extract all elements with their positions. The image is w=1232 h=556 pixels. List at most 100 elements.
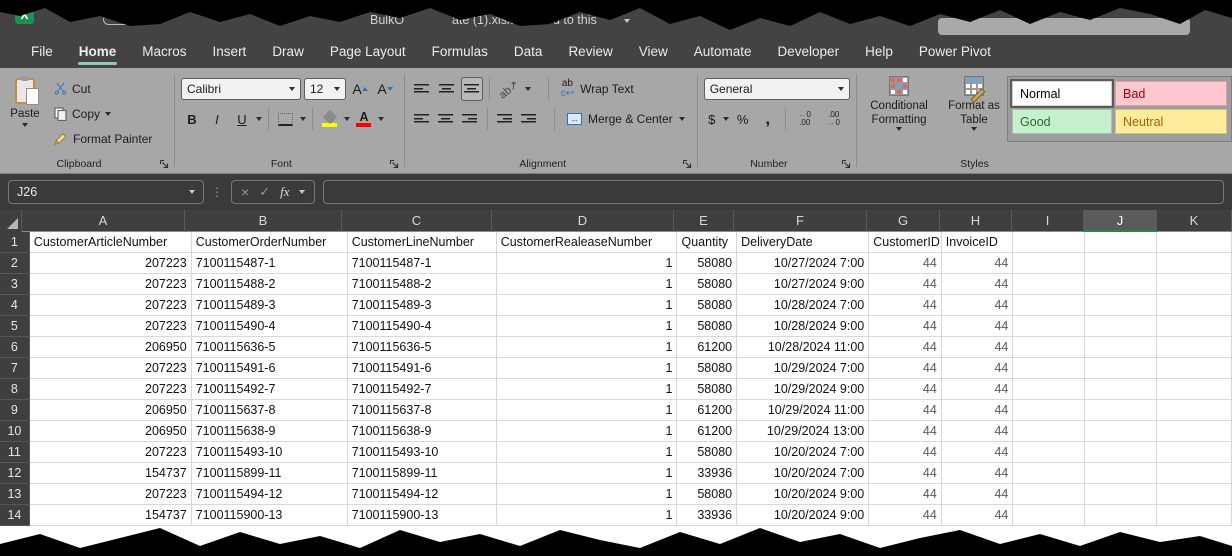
- alignment-dialog-launcher-icon[interactable]: [681, 159, 693, 169]
- tab-draw[interactable]: Draw: [259, 38, 317, 68]
- cell-E12[interactable]: 33936: [677, 463, 737, 484]
- cell-C3[interactable]: 7100115488-2: [348, 274, 497, 295]
- tab-insert[interactable]: Insert: [200, 38, 260, 68]
- cell-G12[interactable]: 44: [869, 463, 942, 484]
- tab-help[interactable]: Help: [852, 38, 906, 68]
- cell-K2[interactable]: [1157, 253, 1232, 274]
- cell-H12[interactable]: 44: [942, 463, 1014, 484]
- cell-D6[interactable]: 1: [497, 337, 678, 358]
- cell-G4[interactable]: 44: [869, 295, 942, 316]
- accounting-dropdown-icon[interactable]: [723, 117, 729, 121]
- cell-D2[interactable]: 1: [497, 253, 678, 274]
- cell-H7[interactable]: 44: [942, 358, 1014, 379]
- cell-J8[interactable]: [1085, 379, 1158, 400]
- cell-C12[interactable]: 7100115899-11: [348, 463, 497, 484]
- cell-I14[interactable]: [1013, 505, 1085, 526]
- row-header-6[interactable]: 6: [0, 337, 30, 358]
- cell-E14[interactable]: 33936: [677, 505, 737, 526]
- cell-K7[interactable]: [1157, 358, 1232, 379]
- font-dialog-launcher-icon[interactable]: [388, 159, 400, 169]
- cell-G9[interactable]: 44: [869, 400, 942, 421]
- cell-A12[interactable]: 154737: [30, 463, 192, 484]
- cell-G13[interactable]: 44: [869, 484, 942, 505]
- orientation-dropdown-icon[interactable]: [525, 87, 531, 91]
- cell-G11[interactable]: 44: [869, 442, 942, 463]
- cell-I10[interactable]: [1013, 421, 1085, 442]
- cell-J9[interactable]: [1085, 400, 1158, 421]
- cell-A13[interactable]: 207223: [30, 484, 192, 505]
- cell-J6[interactable]: [1085, 337, 1158, 358]
- align-center-button[interactable]: [435, 107, 456, 131]
- cell-G14[interactable]: 44: [869, 505, 942, 526]
- select-all-corner[interactable]: [0, 210, 22, 232]
- cell-I12[interactable]: [1013, 463, 1085, 484]
- cell-G2[interactable]: 44: [869, 253, 942, 274]
- number-format-select[interactable]: General: [704, 78, 850, 100]
- row-header-8[interactable]: 8: [0, 379, 30, 400]
- cell-D3[interactable]: 1: [497, 274, 678, 295]
- cell-G1[interactable]: CustomerID: [869, 232, 942, 253]
- column-header-E[interactable]: E: [674, 210, 734, 232]
- cell-A11[interactable]: 207223: [30, 442, 192, 463]
- tab-formulas[interactable]: Formulas: [419, 38, 501, 68]
- cell-C10[interactable]: 7100115638-9: [348, 421, 497, 442]
- cell-J13[interactable]: [1085, 484, 1158, 505]
- cell-H6[interactable]: 44: [942, 337, 1014, 358]
- cell-J11[interactable]: [1085, 442, 1158, 463]
- borders-dropdown-icon[interactable]: [300, 117, 306, 121]
- cell-A1[interactable]: CustomerArticleNumber: [30, 232, 192, 253]
- accounting-format-button[interactable]: $: [704, 107, 720, 131]
- chevron-down-icon[interactable]: [624, 19, 630, 23]
- cell-A9[interactable]: 206950: [30, 400, 192, 421]
- row-header-1[interactable]: 1: [0, 232, 30, 253]
- underline-button[interactable]: U: [231, 107, 253, 131]
- cell-I3[interactable]: [1013, 274, 1085, 295]
- column-header-F[interactable]: F: [734, 210, 867, 232]
- comma-style-button[interactable]: ,: [757, 107, 779, 131]
- cell-D1[interactable]: CustomerRealeaseNumber: [497, 232, 678, 253]
- cell-I7[interactable]: [1013, 358, 1085, 379]
- copy-dropdown-icon[interactable]: [105, 112, 111, 116]
- cell-K4[interactable]: [1157, 295, 1232, 316]
- cell-B11[interactable]: 7100115493-10: [192, 442, 348, 463]
- cell-D5[interactable]: 1: [497, 316, 678, 337]
- tab-power-pivot[interactable]: Power Pivot: [906, 38, 1004, 68]
- cell-K1[interactable]: [1157, 232, 1232, 253]
- decrease-decimal-button[interactable]: .00→0: [821, 107, 847, 131]
- column-header-D[interactable]: D: [492, 210, 674, 232]
- cell-C9[interactable]: 7100115637-8: [348, 400, 497, 421]
- column-header-B[interactable]: B: [185, 210, 342, 232]
- cell-K14[interactable]: [1157, 505, 1232, 526]
- cell-B1[interactable]: CustomerOrderNumber: [192, 232, 348, 253]
- cell-H13[interactable]: 44: [942, 484, 1014, 505]
- style-neutral[interactable]: Neutral: [1115, 109, 1227, 134]
- borders-button[interactable]: [275, 107, 297, 131]
- cell-B14[interactable]: 7100115900-13: [192, 505, 348, 526]
- cell-F3[interactable]: 10/27/2024 9:00: [737, 274, 869, 295]
- cell-B6[interactable]: 7100115636-5: [192, 337, 348, 358]
- align-middle-button[interactable]: [436, 77, 458, 101]
- cell-C6[interactable]: 7100115636-5: [348, 337, 497, 358]
- cell-H4[interactable]: 44: [942, 295, 1014, 316]
- cell-B9[interactable]: 7100115637-8: [192, 400, 348, 421]
- shrink-font-button[interactable]: A: [374, 77, 396, 101]
- style-normal[interactable]: Normal: [1012, 81, 1112, 106]
- cell-F7[interactable]: 10/29/2024 7:00: [737, 358, 869, 379]
- fill-color-button[interactable]: [319, 107, 341, 131]
- cell-E2[interactable]: 58080: [677, 253, 737, 274]
- cell-B13[interactable]: 7100115494-12: [192, 484, 348, 505]
- name-box[interactable]: J26: [8, 180, 204, 204]
- row-header-5[interactable]: 5: [0, 316, 30, 337]
- name-box-dropdown-icon[interactable]: [189, 190, 195, 194]
- cell-D13[interactable]: 1: [497, 484, 678, 505]
- cell-I1[interactable]: [1013, 232, 1085, 253]
- cancel-icon[interactable]: ×: [241, 184, 249, 200]
- cell-J12[interactable]: [1085, 463, 1158, 484]
- cell-F5[interactable]: 10/28/2024 9:00: [737, 316, 869, 337]
- cell-E4[interactable]: 58080: [677, 295, 737, 316]
- column-header-J[interactable]: J: [1084, 210, 1157, 232]
- merge-center-dropdown-icon[interactable]: [679, 117, 685, 121]
- cell-I9[interactable]: [1013, 400, 1085, 421]
- cell-A7[interactable]: 207223: [30, 358, 192, 379]
- percent-style-button[interactable]: %: [732, 107, 754, 131]
